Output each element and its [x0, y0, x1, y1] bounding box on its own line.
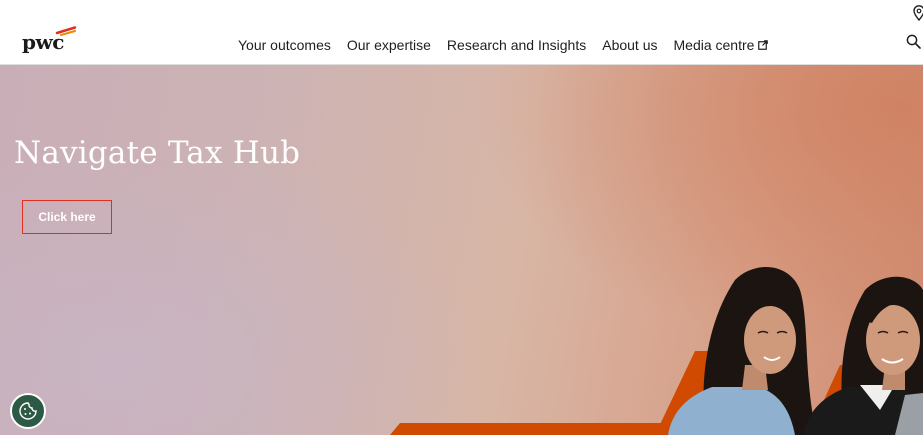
nav-media-centre[interactable]: Media centre — [674, 36, 769, 54]
location-pin-icon[interactable] — [913, 5, 923, 21]
logo-mark-icon — [55, 26, 77, 36]
page: pwc Your outcomes Our expertise Research… — [0, 0, 923, 435]
site-header: pwc Your outcomes Our expertise Research… — [0, 0, 923, 65]
nav-your-outcomes[interactable]: Your outcomes — [238, 36, 331, 54]
nav-media-centre-label: Media centre — [673, 37, 755, 53]
nav-our-expertise[interactable]: Our expertise — [347, 36, 431, 54]
external-link-icon — [758, 40, 769, 50]
hero-title: Navigate Tax Hub — [14, 135, 301, 171]
hero-banner: Navigate Tax Hub Click here — [0, 65, 923, 435]
nav-about-us[interactable]: About us — [602, 36, 657, 54]
cookie-settings-button[interactable] — [10, 393, 46, 429]
nav-research-and-insights[interactable]: Research and Insights — [447, 36, 586, 54]
search-icon[interactable] — [906, 34, 921, 49]
pwc-logo[interactable]: pwc — [22, 26, 82, 56]
hero-image-two-women — [390, 267, 923, 435]
main-nav: Your outcomes Our expertise Research and… — [238, 36, 769, 54]
hero-cta-button[interactable]: Click here — [22, 200, 112, 234]
cookie-icon — [19, 402, 37, 420]
